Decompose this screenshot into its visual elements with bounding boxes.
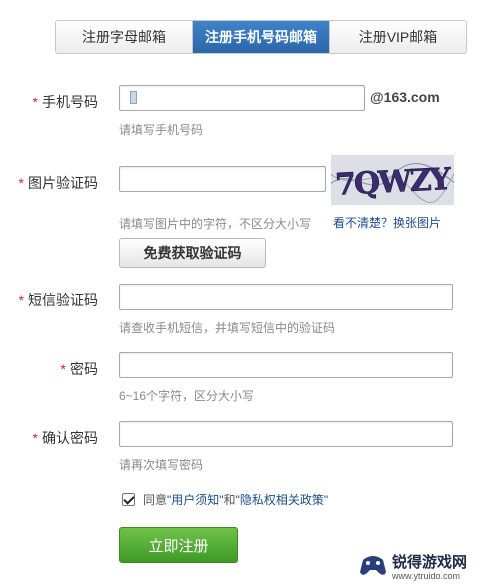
get-sms-code-button[interactable]: 免费获取验证码 bbox=[119, 238, 266, 268]
captcha-refresh-area: 看不清楚？换张图片 bbox=[333, 214, 441, 231]
privacy-policy-link[interactable]: "隐私权相关政策" bbox=[236, 491, 329, 508]
user-terms-link[interactable]: "用户须知" bbox=[167, 491, 224, 508]
confirm-password-input[interactable] bbox=[119, 421, 453, 447]
phone-label-text: 手机号码 bbox=[42, 94, 98, 110]
image-code-hint: 请填写图片中的字符，不区分大小写 bbox=[119, 217, 312, 231]
tab-letter-mailbox[interactable]: 注册字母邮箱 bbox=[56, 21, 193, 53]
game-controller-logo-icon bbox=[360, 556, 386, 575]
input-cursor-icon bbox=[130, 91, 137, 104]
password-label-text: 密码 bbox=[70, 361, 98, 377]
sms-code-input[interactable] bbox=[119, 284, 453, 310]
watermark-url: www.ytruido.com bbox=[392, 571, 461, 581]
agreement-prefix: 同意 bbox=[143, 493, 168, 507]
confirm-password-label-text: 确认密码 bbox=[42, 430, 98, 446]
sms-code-label-text: 短信验证码 bbox=[28, 292, 98, 308]
confirm-password-hint: 请再次填写密码 bbox=[119, 458, 204, 472]
register-button[interactable]: 立即注册 bbox=[119, 527, 238, 563]
password-input[interactable] bbox=[119, 352, 453, 378]
image-code-label: * 图片验证码 bbox=[19, 173, 98, 193]
required-mark: * bbox=[60, 361, 66, 377]
change-captcha-link[interactable]: 换张图片 bbox=[393, 216, 441, 230]
password-hint: 6~16个字符，区分大小写 bbox=[119, 389, 255, 403]
sms-code-label: * 短信验证码 bbox=[19, 290, 98, 310]
captcha-image[interactable]: 7QWZY bbox=[331, 155, 454, 205]
captcha-unclear-text: 看不清楚？ bbox=[333, 216, 394, 230]
required-mark: * bbox=[18, 175, 24, 191]
required-mark: * bbox=[18, 292, 24, 308]
confirm-password-label: * 确认密码 bbox=[33, 428, 98, 448]
phone-label: * 手机号码 bbox=[33, 92, 98, 112]
sms-code-hint: 请查收手机短信，并填写短信中的验证码 bbox=[119, 321, 336, 335]
image-code-label-text: 图片验证码 bbox=[28, 175, 98, 191]
tab-vip-mailbox[interactable]: 注册VIP邮箱 bbox=[330, 21, 466, 53]
mailbox-type-tabs: 注册字母邮箱 注册手机号码邮箱 注册VIP邮箱 bbox=[55, 20, 467, 54]
captcha-text: 7QWZY bbox=[334, 162, 452, 203]
domain-suffix: @163.com bbox=[370, 89, 440, 105]
tab-phone-mailbox[interactable]: 注册手机号码邮箱 bbox=[193, 21, 330, 53]
phone-input[interactable] bbox=[119, 85, 365, 111]
password-label: * 密码 bbox=[61, 359, 98, 379]
required-mark: * bbox=[32, 430, 38, 446]
agreement-and: 和 bbox=[223, 493, 236, 507]
watermark-name: 锐得游戏网 bbox=[392, 554, 468, 571]
agreement-row: 同意 "用户须知" 和 "隐私权相关政策" bbox=[122, 491, 328, 508]
required-mark: * bbox=[32, 94, 38, 110]
agreement-checkbox[interactable] bbox=[122, 493, 135, 506]
image-code-input[interactable] bbox=[119, 166, 326, 192]
phone-hint: 请填写手机号码 bbox=[119, 123, 204, 137]
